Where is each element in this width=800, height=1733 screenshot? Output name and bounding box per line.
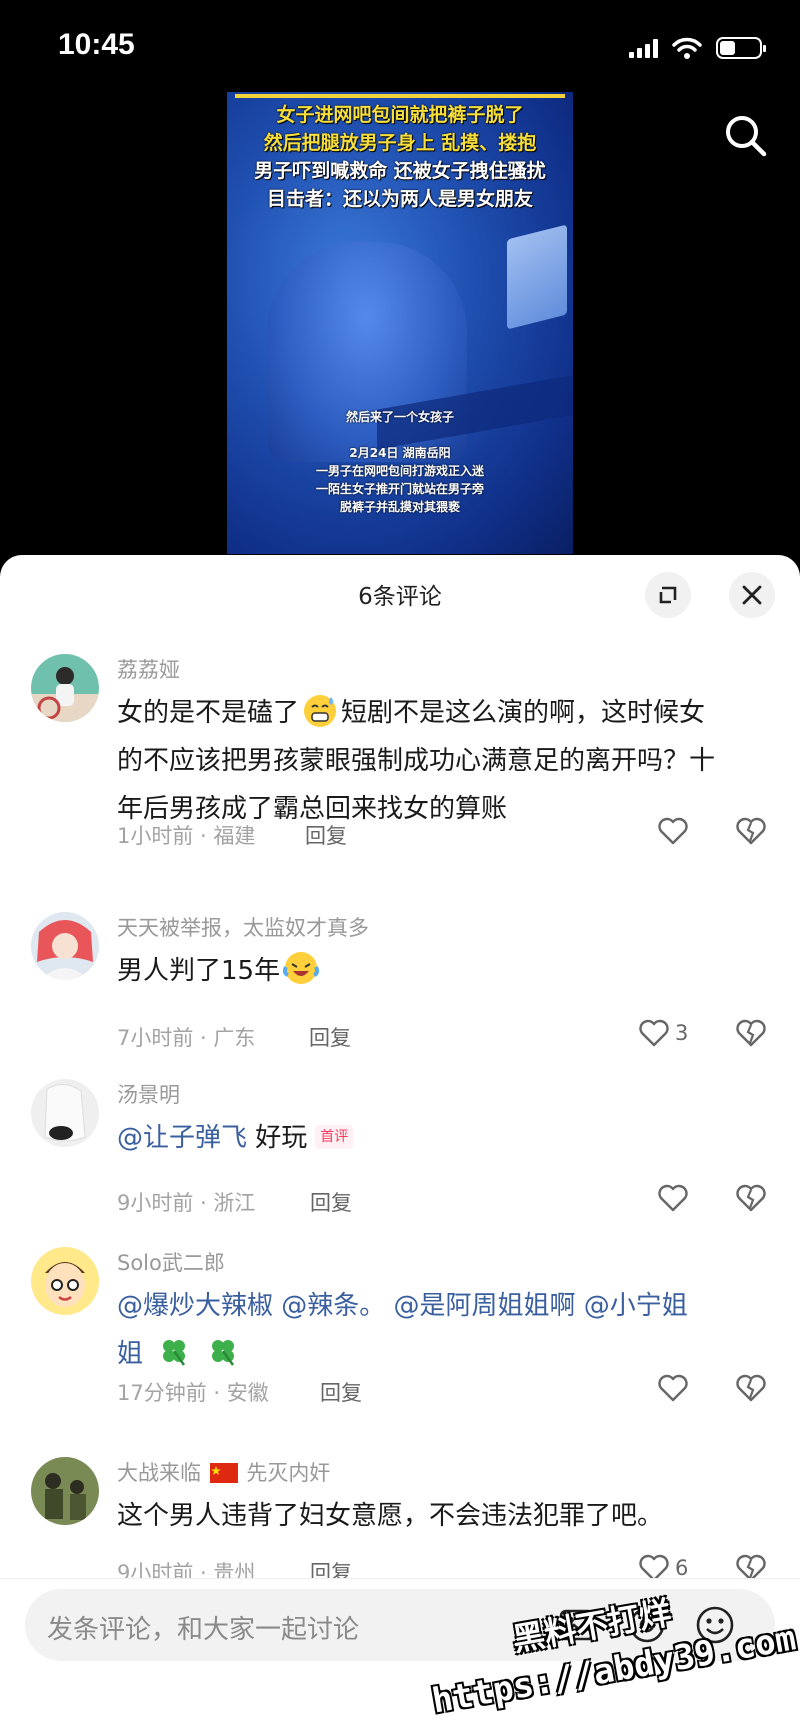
comment-username[interactable]: 大战来临 先灭内奸 bbox=[117, 1457, 330, 1487]
heart-outline-icon bbox=[658, 1374, 688, 1402]
comment-text: @爆炒大辣椒 @辣条。 @是阿周姐姐啊 @小宁姐 姐 bbox=[117, 1282, 767, 1378]
comment-meta: 7小时前 · 广东 bbox=[117, 1026, 256, 1050]
search-button[interactable] bbox=[722, 112, 770, 160]
avatar[interactable] bbox=[31, 1247, 99, 1315]
first-comment-badge: 首评 bbox=[315, 1125, 354, 1149]
video-player[interactable]: 女子进网吧包间就把裤子脱了 然后把腿放男子身上 乱摸、搂抱 男子吓到喊救命 还被… bbox=[227, 92, 573, 554]
comment-item: Solo武二郎 @爆炒大辣椒 @辣条。 @是阿周姐姐啊 @小宁姐 姐 17分钟前… bbox=[0, 1247, 800, 1407]
emoji-sweat-icon bbox=[304, 695, 337, 727]
heart-outline-icon bbox=[658, 817, 688, 845]
comment-meta: 9小时前 · 浙江 bbox=[117, 1191, 256, 1215]
dislike-button[interactable] bbox=[734, 814, 768, 852]
comment-username[interactable]: 荔荔娅 bbox=[117, 654, 180, 684]
comment-text: 女的是不是磕了 短剧不是这么演的啊，这时候女 的不应该把男孩蒙眼强制成功心满意足的… bbox=[117, 689, 767, 833]
video-subtitle-4: 一陌生女子推开门就站在男子旁 bbox=[315, 482, 484, 496]
clover-icon bbox=[163, 1340, 186, 1366]
reply-button[interactable]: 回复 bbox=[310, 1187, 352, 1217]
battery-icon bbox=[716, 37, 766, 59]
video-subtitle-5: 脱裤子并乱摸对其猥亵 bbox=[339, 500, 460, 514]
clover-icon bbox=[211, 1340, 234, 1366]
signal-icon bbox=[629, 38, 658, 58]
video-headline-2: 然后把腿放男子身上 乱摸、搂抱 bbox=[263, 132, 537, 154]
video-headline-1: 女子进网吧包间就把裤子脱了 bbox=[276, 104, 524, 126]
like-count: 3 bbox=[675, 1021, 689, 1045]
video-scene-monitor bbox=[507, 224, 567, 330]
reply-button[interactable]: 回复 bbox=[309, 1022, 351, 1052]
comment-item: 汤景明 @让子弹飞 好玩 首评 9小时前 · 浙江 回复 bbox=[0, 1079, 800, 1215]
mention-links[interactable]: @爆炒大辣椒 @辣条。 @是阿周姐姐啊 @小宁姐 bbox=[117, 1282, 767, 1330]
wifi-icon bbox=[672, 37, 702, 59]
mention-link[interactable]: @让子弹飞 bbox=[117, 1123, 247, 1153]
comment-username[interactable]: 天天被举报，太监奴才真多 bbox=[117, 912, 369, 942]
comment-meta: 1小时前 · 福建 bbox=[117, 824, 256, 848]
comment-meta: 17分钟前 · 安徽 bbox=[117, 1381, 269, 1405]
heart-outline-icon bbox=[658, 1184, 688, 1212]
status-time: 10:45 bbox=[58, 28, 135, 61]
emoji-laugh-cry-icon bbox=[282, 952, 320, 984]
avatar[interactable] bbox=[31, 654, 99, 722]
like-button[interactable] bbox=[656, 1181, 690, 1215]
reply-button[interactable]: 回复 bbox=[320, 1377, 362, 1407]
like-button[interactable]: 3 bbox=[637, 1016, 688, 1050]
like-button[interactable] bbox=[656, 1371, 690, 1405]
avatar[interactable] bbox=[31, 1457, 99, 1525]
close-button[interactable] bbox=[729, 572, 775, 618]
comment-input-placeholder: 发条评论，和大家一起讨论 bbox=[47, 1615, 360, 1645]
reply-button[interactable]: 回复 bbox=[305, 820, 347, 850]
video-headline-3: 男子吓到喊救命 还被女子拽住骚扰 bbox=[254, 160, 546, 182]
comment-text: 男人判了15年 bbox=[117, 947, 767, 995]
video-headline-4: 目击者：还以为两人是男女朋友 bbox=[266, 188, 533, 210]
comment-item: 天天被举报，太监奴才真多 男人判了15年 7小时前 · 广东 回复 3 bbox=[0, 912, 800, 1050]
search-icon bbox=[726, 116, 767, 157]
status-icons bbox=[629, 36, 766, 60]
expand-button[interactable] bbox=[645, 572, 691, 618]
heart-broken-icon bbox=[736, 1019, 766, 1047]
comment-item: 大战来临 先灭内奸 这个男人违背了妇女意愿，不会违法犯罪了吧。 9小时前 · 贵… bbox=[0, 1457, 800, 1585]
dislike-button[interactable] bbox=[734, 1371, 768, 1409]
video-subtitle-3: 一男子在网吧包间打游戏正入迷 bbox=[315, 464, 484, 478]
comment-username[interactable]: 汤景明 bbox=[117, 1079, 180, 1109]
close-icon bbox=[742, 585, 762, 605]
dislike-button[interactable] bbox=[734, 1016, 768, 1054]
flag-cn-icon bbox=[209, 1463, 238, 1483]
heart-broken-icon bbox=[736, 817, 766, 845]
expand-icon bbox=[659, 586, 677, 604]
comment-item: 荔荔娅 女的是不是磕了 短剧不是这么演的啊，这时候女 的不应该把男孩蒙眼强制成功心… bbox=[0, 654, 800, 848]
avatar[interactable] bbox=[31, 1079, 99, 1147]
like-button[interactable] bbox=[656, 814, 690, 848]
comment-username[interactable]: Solo武二郎 bbox=[117, 1247, 225, 1277]
heart-broken-icon bbox=[736, 1184, 766, 1212]
avatar[interactable] bbox=[31, 912, 99, 980]
heart-outline-icon bbox=[639, 1019, 669, 1047]
comment-sheet: 6条评论 荔荔娅 女的是不是磕了 短剧不是这么演的啊，这时候女 的不应该把男孩蒙眼… bbox=[0, 555, 800, 1733]
video-top-stripe bbox=[235, 94, 565, 98]
video-subtitle-1: 然后来了一个女孩子 bbox=[345, 410, 454, 424]
comment-text: @让子弹飞 好玩 首评 bbox=[117, 1114, 767, 1162]
status-bar: 10:45 bbox=[0, 0, 800, 92]
video-subtitle-2: 2月24日 湖南岳阳 bbox=[349, 446, 451, 460]
heart-broken-icon bbox=[736, 1374, 766, 1402]
comment-text: 这个男人违背了妇女意愿，不会违法犯罪了吧。 bbox=[117, 1501, 664, 1531]
dislike-button[interactable] bbox=[734, 1181, 768, 1219]
